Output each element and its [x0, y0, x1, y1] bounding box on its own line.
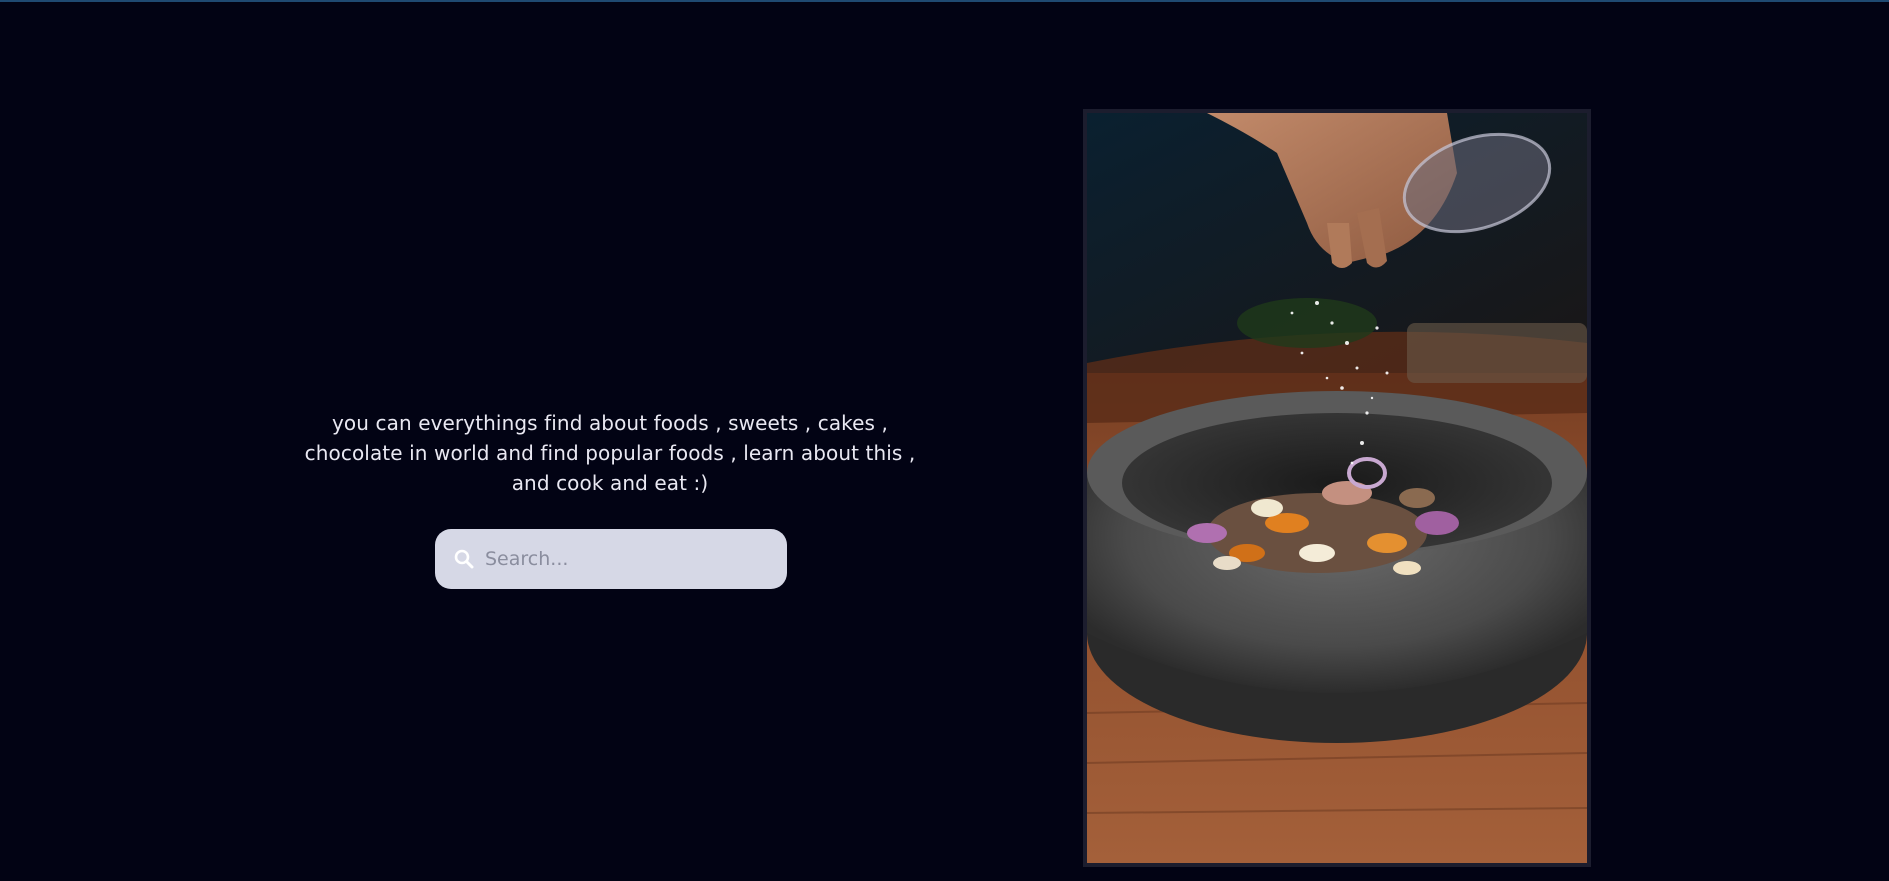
search-input[interactable]: [483, 538, 777, 580]
hero-description: you can everythings find about foods , s…: [304, 411, 916, 495]
search-icon: [453, 548, 475, 570]
page: you can everythings find about foods , s…: [0, 0, 1889, 881]
food-photo: [1083, 109, 1591, 867]
search-box[interactable]: [435, 529, 787, 589]
